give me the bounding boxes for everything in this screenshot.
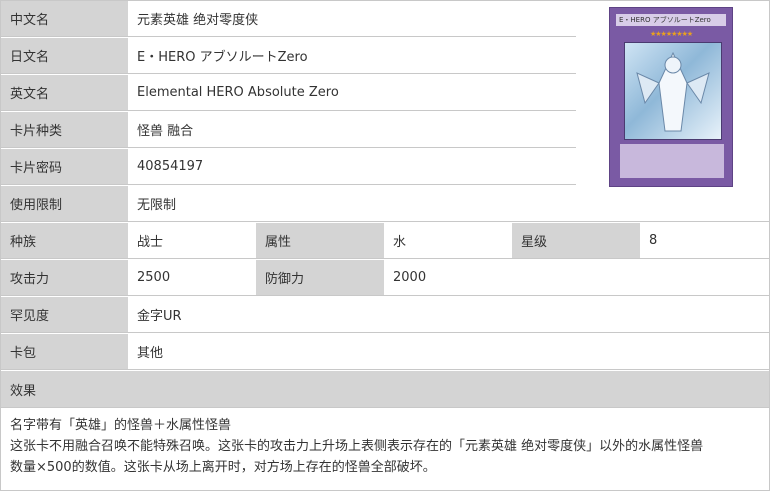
label-usage-limit: 使用限制 <box>1 186 128 221</box>
label-rarity: 罕见度 <box>1 297 128 332</box>
label-attack: 攻击力 <box>1 260 128 295</box>
effect-line: 这张卡不用融合召唤不能特殊召唤。这张卡的攻击力上升场上表侧表示存在的「元素英雄 … <box>10 439 704 454</box>
value-card-type: 怪兽 融合 <box>128 112 576 147</box>
card-image-stars: ★★★★★★★★ <box>650 30 693 38</box>
row-race-attr-level: 种族 战士 属性 水 星级 8 <box>1 223 769 259</box>
label-level: 星级 <box>512 223 640 258</box>
row-japanese-name: 日文名 E・HERO アブソルートZero <box>1 38 576 74</box>
value-rarity: 金字UR <box>128 297 769 332</box>
value-attack: 2500 <box>128 260 256 295</box>
row-card-type: 卡片种类 怪兽 融合 <box>1 112 576 148</box>
label-card-password: 卡片密码 <box>1 149 128 184</box>
row-rarity: 罕见度 金字UR <box>1 297 769 333</box>
card-info-table: 中文名 元素英雄 绝对零度侠 日文名 E・HERO アブソルートZero 英文名… <box>0 0 770 491</box>
value-defense: 2000 <box>384 260 769 295</box>
value-attribute: 水 <box>384 223 512 258</box>
value-usage-limit: 无限制 <box>128 186 576 221</box>
card-image-art <box>624 42 722 140</box>
effect-line: 名字带有「英雄」的怪兽＋水属性怪兽 <box>10 418 232 433</box>
card-image: E・HERO アブソルートZero ★★★★★★★★ <box>609 7 733 187</box>
row-card-password: 卡片密码 40854197 <box>1 149 576 185</box>
card-image-name: E・HERO アブソルートZero <box>616 14 726 26</box>
label-attribute: 属性 <box>256 223 384 258</box>
value-english-name: Elemental HERO Absolute Zero <box>128 75 576 110</box>
effect-text: 名字带有「英雄」的怪兽＋水属性怪兽 这张卡不用融合召唤不能特殊召唤。这张卡的攻击… <box>10 415 762 478</box>
value-race: 战士 <box>128 223 256 258</box>
label-defense: 防御力 <box>256 260 384 295</box>
label-english-name: 英文名 <box>1 75 128 110</box>
row-english-name: 英文名 Elemental HERO Absolute Zero <box>1 75 576 111</box>
value-japanese-name: E・HERO アブソルートZero <box>128 38 576 73</box>
label-card-type: 卡片种类 <box>1 112 128 147</box>
value-level: 8 <box>640 223 769 258</box>
effect-line: 数量×500的数值。这张卡从场上离开时，对方场上存在的怪兽全部破坏。 <box>10 460 436 475</box>
row-usage-limit: 使用限制 无限制 <box>1 186 769 222</box>
label-race: 种族 <box>1 223 128 258</box>
value-chinese-name: 元素英雄 绝对零度侠 <box>128 1 576 36</box>
effect-header: 效果 <box>1 371 769 408</box>
card-image-text-box <box>620 144 724 178</box>
value-card-password: 40854197 <box>128 149 576 184</box>
row-pack: 卡包 其他 <box>1 334 769 370</box>
label-pack: 卡包 <box>1 334 128 369</box>
label-chinese-name: 中文名 <box>1 1 128 36</box>
row-chinese-name: 中文名 元素英雄 绝对零度侠 <box>1 1 576 37</box>
label-japanese-name: 日文名 <box>1 38 128 73</box>
row-atk-def: 攻击力 2500 防御力 2000 <box>1 260 769 296</box>
value-pack: 其他 <box>128 334 769 369</box>
